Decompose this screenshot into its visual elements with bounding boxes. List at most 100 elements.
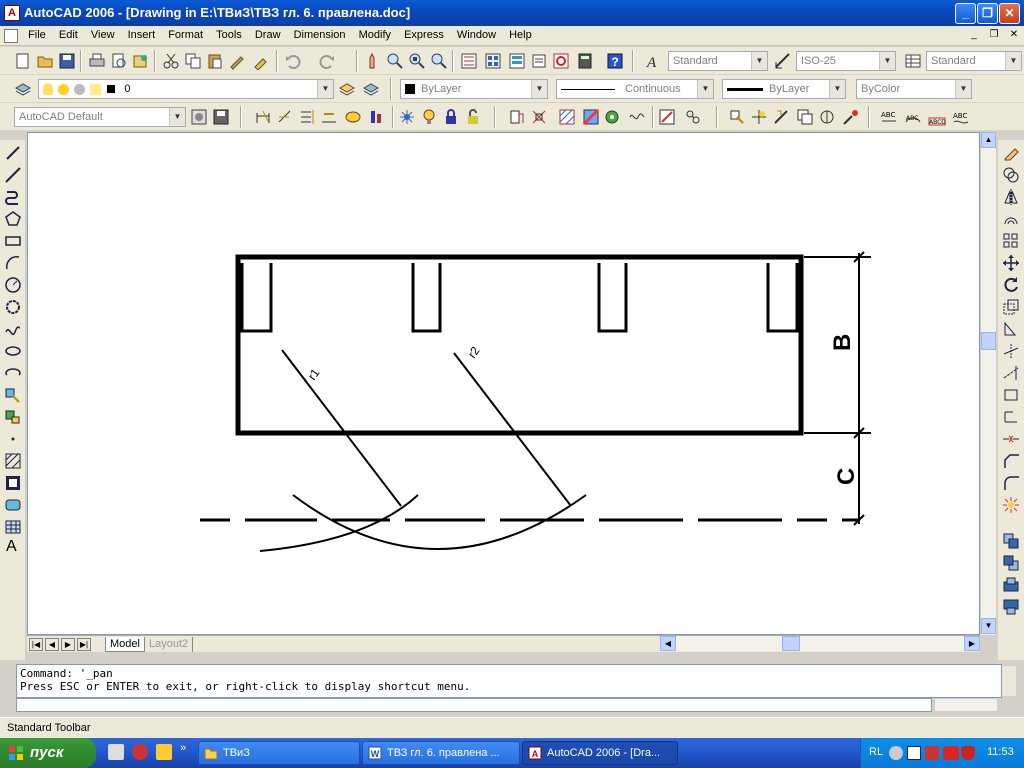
explode-icon[interactable] xyxy=(1002,496,1020,514)
tool-palettes-icon[interactable] xyxy=(508,52,526,70)
save-icon[interactable] xyxy=(58,52,76,70)
ellipse-icon[interactable] xyxy=(4,342,22,360)
lock-icon[interactable] xyxy=(442,108,460,126)
point-icon[interactable] xyxy=(4,430,22,448)
block-editor-icon[interactable] xyxy=(252,52,270,70)
calculator-icon[interactable] xyxy=(576,52,594,70)
menu-view[interactable]: View xyxy=(86,26,120,41)
chamfer-icon[interactable] xyxy=(1002,452,1020,470)
rotate-icon[interactable] xyxy=(1002,276,1020,294)
make-layer-current-icon[interactable] xyxy=(338,80,356,98)
cut-icon[interactable] xyxy=(162,52,180,70)
document-icon[interactable] xyxy=(4,29,18,43)
radius-line-1[interactable] xyxy=(281,349,402,507)
menu-express[interactable]: Express xyxy=(399,26,449,41)
draworder-front-icon[interactable] xyxy=(1002,532,1020,550)
tray-antivirus-icon[interactable] xyxy=(943,746,959,760)
polygon-icon[interactable] xyxy=(4,210,22,228)
revision-cloud-icon[interactable] xyxy=(4,298,22,316)
dim-edit-icon[interactable] xyxy=(508,108,526,126)
menu-window[interactable]: Window xyxy=(452,26,501,41)
new-file-icon[interactable] xyxy=(14,52,32,70)
table-icon[interactable] xyxy=(4,518,22,536)
menu-tools[interactable]: Tools xyxy=(211,26,247,41)
dim-angular-icon[interactable] xyxy=(368,108,386,126)
offset-icon[interactable] xyxy=(1002,210,1020,228)
join-icon[interactable] xyxy=(1002,430,1020,448)
undo-icon[interactable] xyxy=(284,52,302,70)
rectangle-icon[interactable] xyxy=(4,232,22,250)
copy-object-icon[interactable] xyxy=(1002,166,1020,184)
baseline-dim-icon[interactable] xyxy=(420,108,438,126)
color-select[interactable]: ByLayer ▼ xyxy=(400,79,548,99)
clock[interactable]: 11:53 xyxy=(987,746,1014,758)
close-button[interactable]: ✕ xyxy=(999,3,1020,24)
quicklaunch-more-icon[interactable]: » xyxy=(180,742,186,754)
dimension-style-select[interactable]: ISO-25 ▼ xyxy=(796,51,896,71)
vertical-scrollbar[interactable]: ▲ ▼ xyxy=(980,132,996,635)
workspace-select[interactable]: AutoCAD Default ▼ xyxy=(14,107,186,127)
tab-prev-button[interactable]: ◀ xyxy=(45,638,59,651)
region-draw-icon[interactable] xyxy=(4,496,22,514)
scroll-up-button[interactable]: ▲ xyxy=(981,132,996,148)
menu-format[interactable]: Format xyxy=(163,26,208,41)
abc-text-icon[interactable]: ABC xyxy=(880,108,898,126)
dim-ordinate-icon[interactable] xyxy=(298,108,316,126)
doc-restore-button[interactable]: ❐ xyxy=(986,28,1002,42)
markup-icon[interactable] xyxy=(658,108,676,126)
insert-block-icon[interactable] xyxy=(4,386,22,404)
horizontal-scrollbar[interactable]: ◀ ▶ xyxy=(660,636,980,651)
gradient-icon[interactable] xyxy=(582,108,600,126)
hscroll-thumb[interactable] xyxy=(782,636,800,651)
workspace-settings-icon[interactable] xyxy=(190,108,208,126)
minimize-button[interactable]: _ xyxy=(955,3,976,24)
zoom-previous-icon[interactable] xyxy=(430,52,448,70)
extend-icon[interactable] xyxy=(1002,364,1020,382)
design-center-icon[interactable] xyxy=(484,52,502,70)
print-icon[interactable] xyxy=(88,52,106,70)
help-icon[interactable]: ? xyxy=(606,52,624,70)
express-dim-icon[interactable] xyxy=(818,108,836,126)
make-block-icon[interactable] xyxy=(4,408,22,426)
express-modify-icon[interactable] xyxy=(842,108,860,126)
quicklaunch-desktop-icon[interactable] xyxy=(108,744,124,760)
zoom-realtime-icon[interactable] xyxy=(386,52,404,70)
text-fit-icon[interactable]: ABC xyxy=(952,108,970,126)
pan-realtime-icon[interactable] xyxy=(364,52,382,70)
reference-manager-icon[interactable] xyxy=(684,108,702,126)
tray-back-icon[interactable] xyxy=(889,746,903,760)
menu-help[interactable]: Help xyxy=(504,26,537,41)
menu-draw[interactable]: Draw xyxy=(250,26,286,41)
text-style-icon[interactable]: A xyxy=(644,52,662,70)
break-at-point-icon[interactable] xyxy=(1002,386,1020,404)
lineweight-select[interactable]: ByLayer ▼ xyxy=(722,79,846,99)
notch-2[interactable] xyxy=(411,263,442,333)
region-icon[interactable] xyxy=(604,108,622,126)
notch-3[interactable] xyxy=(597,263,628,333)
tray-media-icon[interactable] xyxy=(907,746,921,760)
copy-icon[interactable] xyxy=(184,52,202,70)
drawing-area[interactable]: B C r1 r2 xyxy=(27,132,980,635)
doc-close-button[interactable]: ✕ xyxy=(1006,28,1022,42)
quicklaunch-browser-icon[interactable] xyxy=(132,744,148,760)
gradient-draw-icon[interactable] xyxy=(4,474,22,492)
markup-set-icon[interactable] xyxy=(552,52,570,70)
break-icon[interactable] xyxy=(1002,408,1020,426)
polyline-icon[interactable] xyxy=(4,188,22,206)
dim-aligned-icon[interactable] xyxy=(276,108,294,126)
fillet-icon[interactable] xyxy=(1002,474,1020,492)
command-scrollbar[interactable] xyxy=(1002,666,1016,696)
dim-linear-icon[interactable] xyxy=(254,108,272,126)
quicklaunch-app-icon[interactable] xyxy=(156,744,172,760)
menu-insert[interactable]: Insert xyxy=(123,26,161,41)
part-outline[interactable] xyxy=(235,254,804,436)
menu-dimension[interactable]: Dimension xyxy=(289,26,351,41)
construction-line-icon[interactable] xyxy=(4,166,22,184)
task-autocad[interactable]: A AutoCAD 2006 - [Dra... xyxy=(522,741,678,765)
maximize-button[interactable]: ❐ xyxy=(977,3,998,24)
task-folder[interactable]: ТВиЗ xyxy=(198,741,360,765)
tab-first-button[interactable]: |◀ xyxy=(29,638,43,651)
circle-icon[interactable] xyxy=(4,276,22,294)
drawing-svg[interactable]: B C r1 r2 xyxy=(28,133,981,636)
command-history[interactable]: Command: '_pan Press ESC or ENTER to exi… xyxy=(16,664,1002,698)
